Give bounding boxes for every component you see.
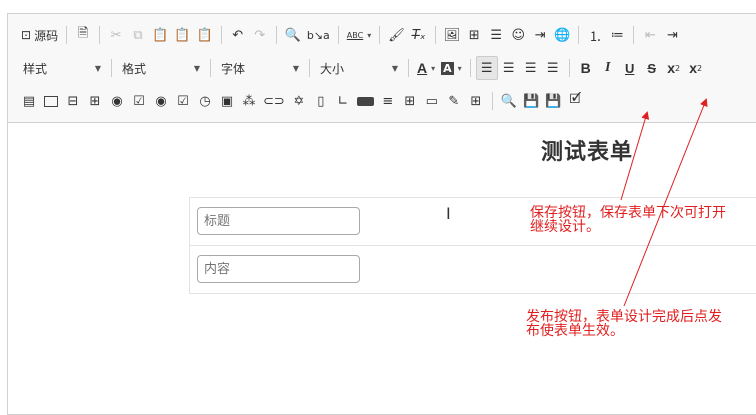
publish-arrow (623, 98, 708, 307)
save-arrow (620, 111, 650, 201)
save-annotation: 保存按钮，保存表单下次可打开 继续设计。 (530, 205, 726, 235)
publish-annotation: 发布按钮，表单设计完成后点发 布使表单生效。 (526, 309, 722, 339)
